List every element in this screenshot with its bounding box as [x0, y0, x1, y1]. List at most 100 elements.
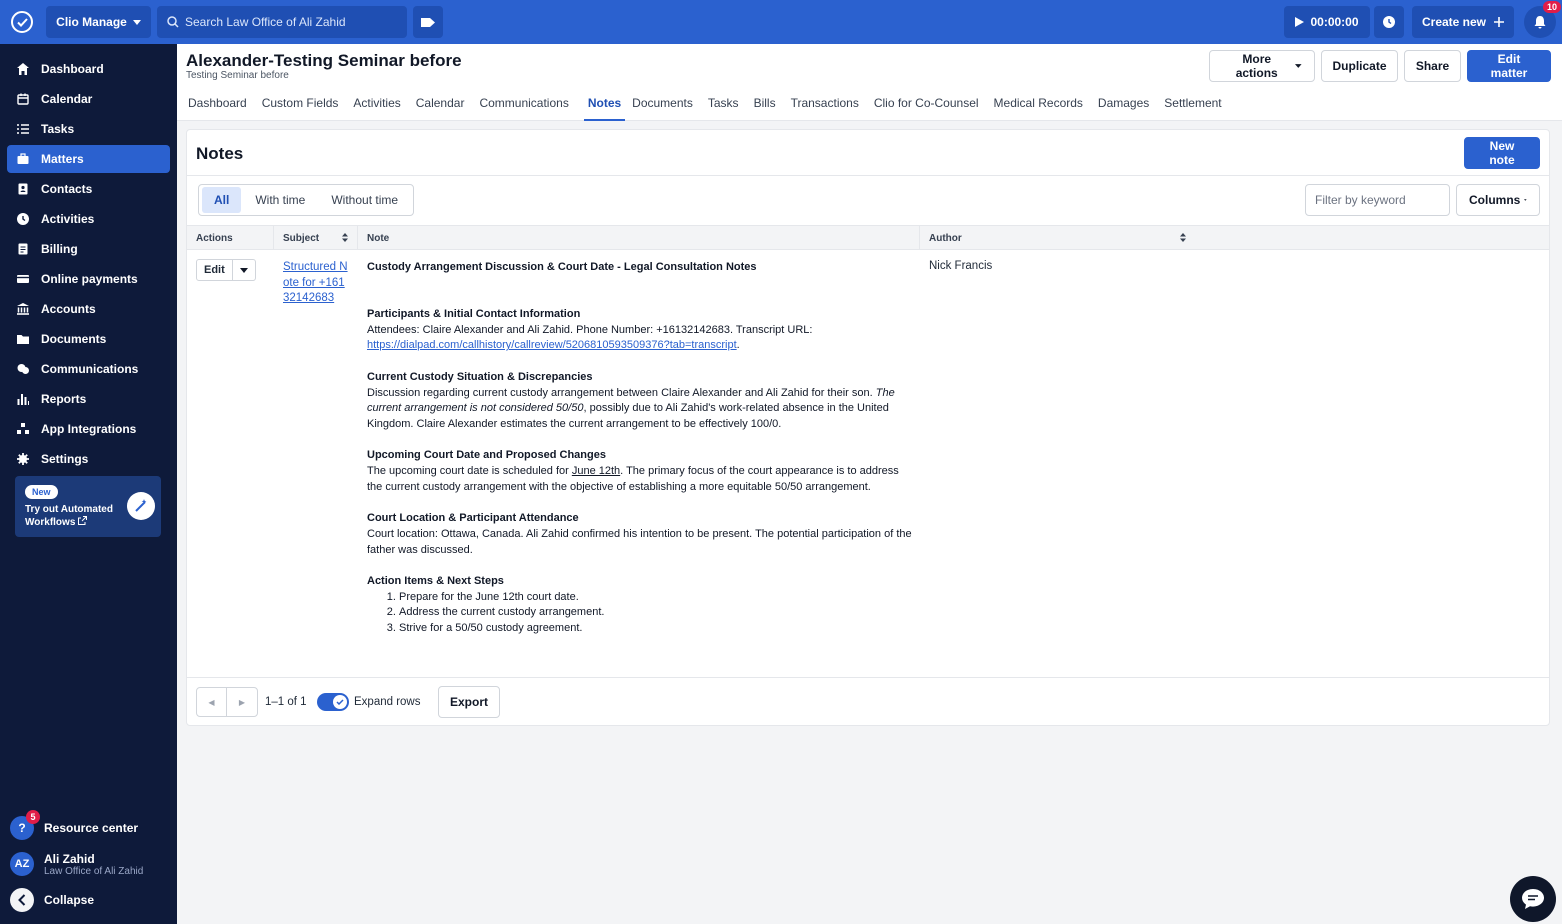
expand-rows-toggle[interactable] — [317, 693, 349, 711]
columns-button[interactable]: Columns — [1456, 184, 1540, 216]
plus-icon — [1494, 17, 1505, 27]
timer-value: 00:00:00 — [1310, 15, 1359, 29]
sidebar-item-tasks[interactable]: Tasks — [7, 115, 170, 143]
sidebar-item-calendar[interactable]: Calendar — [7, 85, 170, 113]
sidebar-item-activities[interactable]: Activities — [7, 205, 170, 233]
sidebar-item-matters[interactable]: Matters — [7, 145, 170, 173]
note-author: Nick Francis — [929, 260, 993, 272]
header-subject-label: Subject — [283, 232, 320, 244]
new-note-button[interactable]: New note — [1464, 137, 1540, 169]
sidebar-item-dashboard[interactable]: Dashboard — [7, 55, 170, 83]
tab-calendar[interactable]: Calendar — [416, 87, 473, 121]
sidebar-item-online-payments[interactable]: Online payments — [7, 265, 170, 293]
tab-clio-for-co-counsel[interactable]: Clio for Co-Counsel — [874, 87, 987, 121]
edit-button[interactable]: Edit — [197, 260, 233, 280]
header-subject[interactable]: Subject — [274, 226, 358, 250]
user-firm: Law Office of Ali Zahid — [44, 865, 144, 877]
note-content: Custody Arrangement Discussion & Court D… — [367, 260, 912, 637]
matter-tabs: Dashboard Custom Fields Activities Calendar… — [188, 87, 1237, 121]
segment-without-time[interactable]: Without time — [319, 187, 410, 213]
action-item: Prepare for the June 12th court date. — [399, 590, 912, 606]
tab-tasks[interactable]: Tasks — [708, 87, 747, 121]
app-switcher-button[interactable]: Clio Manage — [46, 6, 151, 38]
sidebar-item-billing[interactable]: Billing — [7, 235, 170, 263]
tab-notes[interactable]: Notes — [583, 87, 626, 121]
more-actions-button[interactable]: More actions — [1209, 50, 1315, 82]
prev-page-button[interactable]: ◀ — [197, 688, 227, 716]
caret-down-icon — [132, 19, 141, 25]
time-entry-button[interactable] — [1374, 6, 1404, 38]
edit-menu-toggle[interactable] — [233, 260, 255, 280]
segment-all[interactable]: All — [202, 187, 242, 213]
sidebar-item-label: Matters — [41, 152, 84, 166]
header-author[interactable]: Author — [920, 226, 1195, 250]
note-section-heading: Participants & Initial Contact Informati… — [367, 308, 581, 321]
tag-button[interactable] — [413, 6, 443, 38]
sidebar-item-contacts[interactable]: Contacts — [7, 175, 170, 203]
sidebar-item-label: App Integrations — [41, 422, 137, 436]
sidebar-item-accounts[interactable]: Accounts — [7, 295, 170, 323]
tasks-icon — [17, 123, 29, 135]
tab-bills[interactable]: Bills — [754, 87, 784, 121]
tab-medical-records[interactable]: Medical Records — [994, 87, 1091, 121]
sidebar-item-label: Activities — [41, 212, 95, 226]
filter-keyword-input[interactable] — [1305, 184, 1450, 216]
magic-wand-icon — [127, 492, 155, 520]
export-button[interactable]: Export — [438, 686, 500, 718]
columns-label: Columns — [1469, 193, 1521, 207]
notes-header: Notes New note — [187, 130, 1549, 176]
create-new-button[interactable]: Create new — [1412, 6, 1514, 38]
header-author-label: Author — [929, 232, 962, 244]
transcript-link[interactable]: https://dialpad.com/callhistory/callrevi… — [367, 339, 737, 351]
caret-down-icon — [1524, 199, 1527, 201]
billing-icon — [17, 243, 29, 255]
contacts-icon — [17, 183, 29, 195]
chat-support-button[interactable] — [1510, 876, 1556, 922]
sort-icon — [342, 233, 348, 242]
sidebar-item-settings[interactable]: Settings — [7, 445, 170, 473]
notifications-button[interactable]: 10 — [1524, 1, 1561, 38]
sidebar-item-app-integrations[interactable]: App Integrations — [7, 415, 170, 443]
search-input[interactable] — [185, 15, 385, 29]
tab-transactions[interactable]: Transactions — [791, 87, 867, 121]
collapse-button[interactable]: Collapse — [0, 886, 94, 914]
sidebar-item-label: Contacts — [41, 182, 93, 196]
action-item: Address the current custody arrangement. — [399, 605, 912, 621]
more-actions-label: More actions — [1235, 52, 1278, 80]
tab-dashboard[interactable]: Dashboard — [188, 87, 255, 121]
global-search[interactable] — [157, 6, 407, 38]
clio-logo[interactable] — [0, 0, 44, 44]
user-profile[interactable]: AZ Ali Zahid Law Office of Ali Zahid — [0, 850, 143, 878]
automated-workflows-promo[interactable]: New Try out Automated Workflows — [15, 476, 161, 537]
edit-matter-button[interactable]: Edit matter — [1467, 50, 1551, 82]
sidebar-item-reports[interactable]: Reports — [7, 385, 170, 413]
tab-activities[interactable]: Activities — [353, 87, 408, 121]
tab-custom-fields[interactable]: Custom Fields — [262, 87, 347, 121]
tab-communications[interactable]: Communications — [479, 87, 576, 121]
caret-down-icon — [1295, 64, 1302, 68]
bank-icon — [17, 303, 29, 315]
page-title: Alexander-Testing Seminar before — [186, 51, 462, 70]
sidebar-item-label: Billing — [41, 242, 78, 256]
sidebar-item-label: Calendar — [41, 92, 93, 106]
note-section-heading: Upcoming Court Date and Proposed Changes — [367, 449, 606, 462]
duplicate-button[interactable]: Duplicate — [1321, 50, 1398, 82]
matter-subtitle: Testing Seminar before — [186, 70, 289, 81]
resource-center-label: Resource center — [44, 821, 139, 835]
external-link-icon — [78, 516, 88, 525]
timer-button[interactable]: 00:00:00 — [1284, 6, 1370, 38]
resource-center-button[interactable]: ? 5 Resource center — [0, 810, 139, 842]
bell-icon — [1534, 15, 1546, 28]
sidebar-item-documents[interactable]: Documents — [7, 325, 170, 353]
collapse-label: Collapse — [44, 893, 95, 907]
next-page-button[interactable]: ▶ — [227, 688, 257, 716]
tab-documents[interactable]: Documents — [632, 87, 701, 121]
note-subject-link[interactable]: Structured Note for +16132142683 — [283, 260, 348, 307]
sidebar-item-label: Tasks — [41, 122, 75, 136]
sidebar-item-communications[interactable]: Communications — [7, 355, 170, 383]
expand-rows-label: Expand rows — [354, 696, 421, 708]
segment-with-time[interactable]: With time — [243, 187, 317, 213]
share-button[interactable]: Share — [1404, 50, 1461, 82]
tab-damages[interactable]: Damages — [1098, 87, 1157, 121]
tab-settlement[interactable]: Settlement — [1164, 87, 1229, 121]
